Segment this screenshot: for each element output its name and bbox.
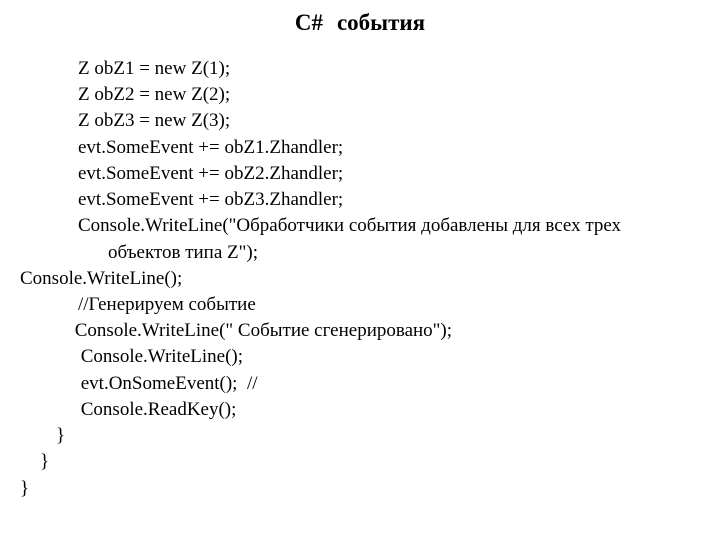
slide: C# события Z obZ1 = new Z(1); Z obZ2 = ne… — [0, 0, 720, 540]
code-line: Console.WriteLine(" Событие сгенерирован… — [20, 318, 700, 344]
code-line: объектов типа Z"); — [20, 240, 700, 266]
code-line: } — [20, 423, 700, 449]
code-line: } — [20, 449, 700, 475]
code-block: Z obZ1 = new Z(1); Z obZ2 = new Z(2); Z … — [20, 56, 700, 502]
code-line: //Генерируем событие — [20, 292, 700, 318]
code-line: Console.WriteLine("Обработчики события д… — [20, 213, 700, 239]
code-line: Z obZ2 = new Z(2); — [20, 82, 700, 108]
code-line: Console.ReadKey(); — [20, 397, 700, 423]
code-line: evt.SomeEvent += obZ3.Zhandler; — [20, 187, 700, 213]
code-line: } — [20, 476, 700, 502]
code-line: evt.SomeEvent += obZ2.Zhandler; — [20, 161, 700, 187]
title-part2: события — [337, 10, 425, 35]
code-line: evt.OnSomeEvent(); // — [20, 371, 700, 397]
code-line: Z obZ1 = new Z(1); — [20, 56, 700, 82]
slide-title: C# события — [0, 10, 720, 36]
code-line: Z obZ3 = new Z(3); — [20, 108, 700, 134]
code-line: Console.WriteLine(); — [20, 344, 700, 370]
code-line: evt.SomeEvent += obZ1.Zhandler; — [20, 135, 700, 161]
title-part1: C# — [295, 10, 323, 35]
code-line: Console.WriteLine(); — [20, 266, 700, 292]
